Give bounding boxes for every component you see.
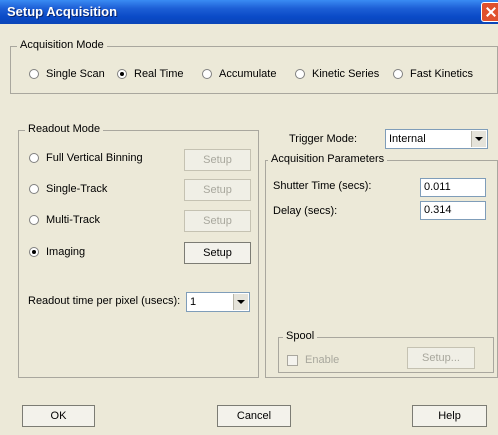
full-vertical-binning-setup-button[interactable]: Setup [184,149,251,171]
radio-accumulate[interactable]: Accumulate [202,68,276,80]
radio-multi-track[interactable]: Multi-Track [29,214,100,226]
enable-label: Enable [305,354,340,366]
trigger-mode-select[interactable]: Internal [385,129,488,149]
radio-fast-kinetics[interactable]: Fast Kinetics [393,68,473,80]
single-track-setup-button[interactable]: Setup [184,179,251,201]
ok-button[interactable]: OK [22,405,95,427]
radio-label: Full Vertical Binning [46,152,143,164]
radio-button-icon [29,184,39,194]
spool-setup-button[interactable]: Setup... [407,347,475,369]
spool-title: Spool [283,330,318,342]
setup-acquisition-dialog: Setup Acquisition Acquisition Mode Singl… [0,0,498,435]
readout-time-label: Readout time per pixel (usecs): [28,295,181,307]
radio-label: Multi-Track [46,214,100,226]
chevron-down-icon[interactable] [471,131,486,147]
close-icon[interactable] [481,2,498,22]
radio-button-icon [29,69,39,79]
acquisition-parameters-title: Acquisition Parameters [268,153,388,165]
readout-time-select[interactable]: 1 [186,292,250,312]
delay-label: Delay (secs): [273,205,338,217]
radio-label: Imaging [46,246,86,258]
radio-button-selected-icon [117,69,127,79]
radio-label: Single Scan [46,68,105,80]
readout-time-value: 1 [190,296,197,308]
delay-input[interactable]: 0.314 [420,201,486,220]
chevron-down-icon[interactable] [233,294,248,310]
radio-button-icon [29,215,39,225]
radio-label: Accumulate [219,68,277,80]
acquisition-parameters-group: Acquisition Parameters Shutter Time (sec… [265,153,498,378]
trigger-mode-value: Internal [389,133,426,145]
trigger-mode-label: Trigger Mode: [289,133,358,145]
readout-mode-group: Readout Mode Full Vertical Binning Setup… [18,123,259,378]
radio-button-icon [295,69,305,79]
radio-button-selected-icon [29,247,39,257]
cancel-button[interactable]: Cancel [217,405,291,427]
radio-single-track[interactable]: Single-Track [29,183,107,195]
multi-track-setup-button[interactable]: Setup [184,210,251,232]
readout-mode-title: Readout Mode [25,123,104,135]
acquisition-mode-title: Acquisition Mode [17,39,107,51]
radio-button-icon [29,153,39,163]
acquisition-mode-group: Acquisition Mode Single Scan Real Time A… [10,39,498,94]
enable-checkbox[interactable] [287,355,298,366]
radio-button-icon [202,69,212,79]
title-bar: Setup Acquisition [0,0,498,24]
spool-group: Spool Enable Setup... [278,330,494,373]
radio-full-vertical-binning[interactable]: Full Vertical Binning [29,152,143,164]
window-title: Setup Acquisition [7,4,118,19]
radio-button-icon [393,69,403,79]
radio-label: Fast Kinetics [410,68,473,80]
imaging-setup-button[interactable]: Setup [184,242,251,264]
radio-single-scan[interactable]: Single Scan [29,68,105,80]
help-button[interactable]: Help [412,405,487,427]
radio-kinetic-series[interactable]: Kinetic Series [295,68,379,80]
radio-label: Kinetic Series [312,68,380,80]
shutter-time-label: Shutter Time (secs): [273,180,372,192]
radio-label: Real Time [134,68,184,80]
shutter-time-input[interactable]: 0.011 [420,178,486,197]
radio-imaging[interactable]: Imaging [29,246,85,258]
radio-real-time[interactable]: Real Time [117,68,184,80]
radio-label: Single-Track [46,183,108,195]
